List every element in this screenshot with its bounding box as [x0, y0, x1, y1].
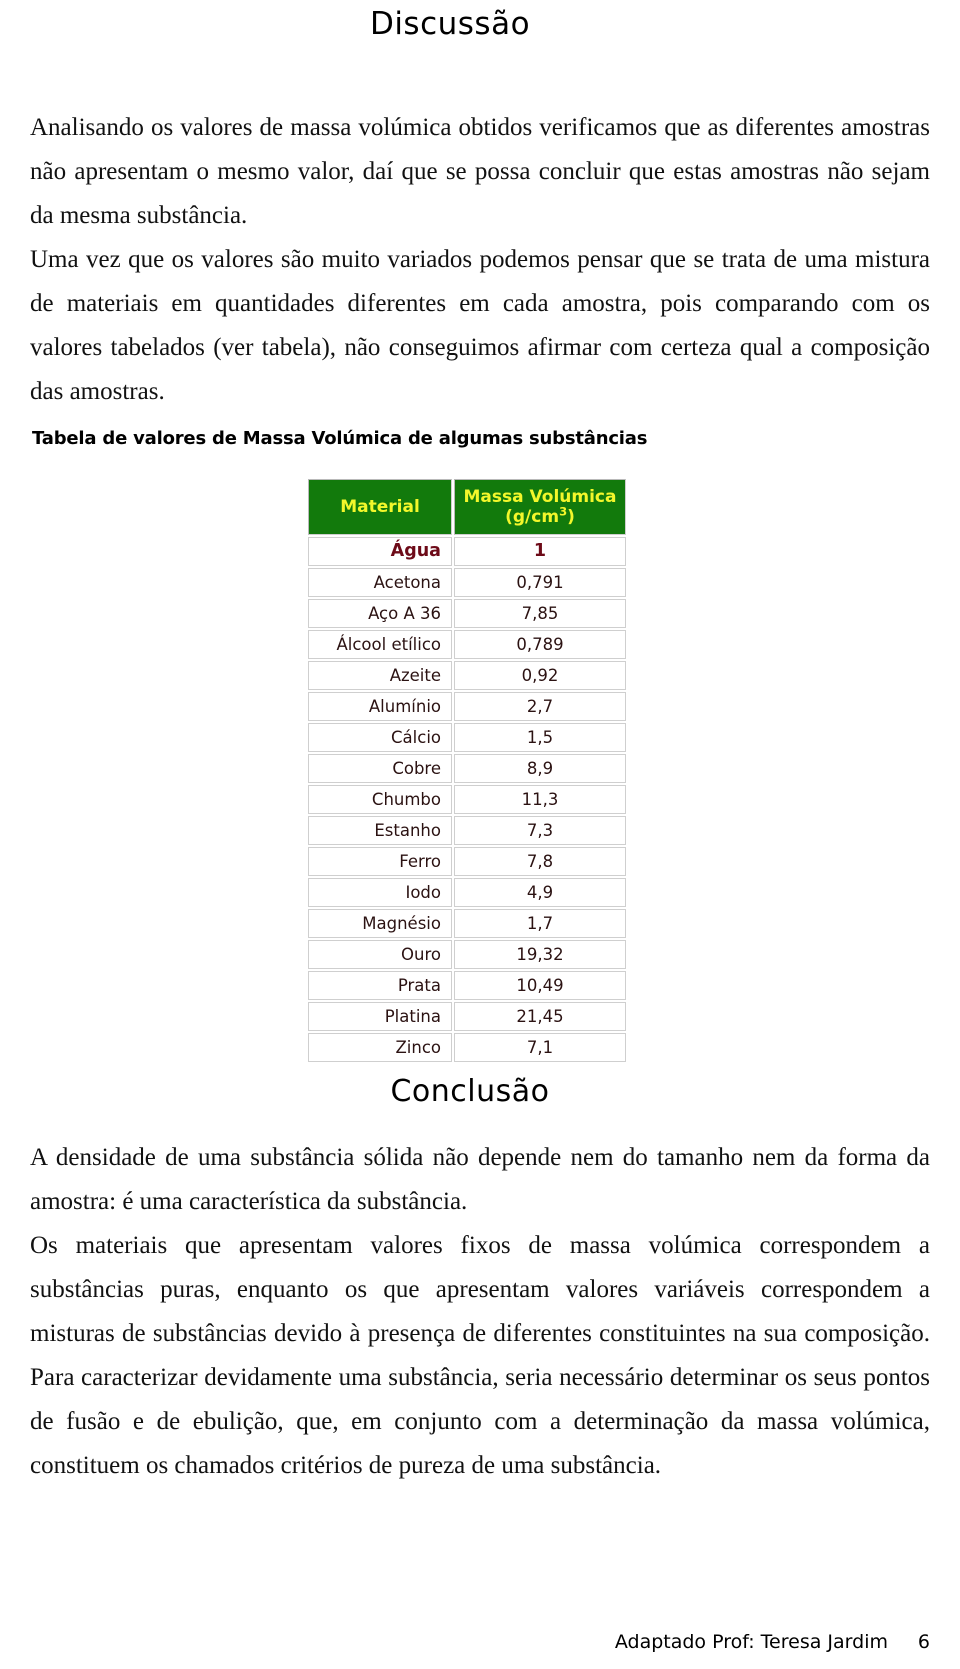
cell-massa-volumica: 1,7: [454, 909, 626, 938]
cell-massa-volumica: 7,1: [454, 1033, 626, 1062]
density-table-container: Material Massa Volúmica (g/cm3) Água 1 Ace…: [30, 477, 930, 1064]
table-row: Alumínio 2,7: [308, 692, 626, 721]
cell-material: Chumbo: [308, 785, 452, 814]
table-row: Ouro 19,32: [308, 940, 626, 969]
cell-massa-volumica: 7,8: [454, 847, 626, 876]
table-body: Água 1 Acetona 0,791 Aço A 36 7,85 Álcool etíl…: [308, 537, 626, 1062]
cell-material: Cobre: [308, 754, 452, 783]
cell-massa-volumica: 4,9: [454, 878, 626, 907]
unit-prefix: (g/cm: [505, 507, 560, 527]
cell-massa-volumica: 11,3: [454, 785, 626, 814]
cell-material: Estanho: [308, 816, 452, 845]
cell-material: Platina: [308, 1002, 452, 1031]
cell-material: Aço A 36: [308, 599, 452, 628]
cell-massa-volumica: 2,7: [454, 692, 626, 721]
cell-massa-volumica: 1: [454, 537, 626, 566]
unit-exponent: 3: [559, 504, 568, 519]
cell-material: Acetona: [308, 568, 452, 597]
cell-material: Cálcio: [308, 723, 452, 752]
table-row: Cálcio 1,5: [308, 723, 626, 752]
conclusion-paragraph-2: Os materiais que apresentam valores fixo…: [30, 1232, 930, 1479]
discussion-paragraph-1: Analisando os valores de massa volúmica …: [30, 114, 930, 229]
density-table: Material Massa Volúmica (g/cm3) Água 1 Ace…: [306, 477, 628, 1064]
column-header-unit: (g/cm3): [505, 504, 575, 527]
table-row: Chumbo 11,3: [308, 785, 626, 814]
cell-massa-volumica: 0,92: [454, 661, 626, 690]
table-row: Cobre 8,9: [308, 754, 626, 783]
table-row: Ferro 7,8: [308, 847, 626, 876]
cell-material: Água: [308, 537, 452, 566]
table-row: Acetona 0,791: [308, 568, 626, 597]
cell-massa-volumica: 7,3: [454, 816, 626, 845]
cell-material: Ouro: [308, 940, 452, 969]
section-title-conclusao: Conclusão: [390, 1074, 550, 1109]
table-row: Zinco 7,1: [308, 1033, 626, 1062]
cell-massa-volumica: 0,791: [454, 568, 626, 597]
document-page: Discussão Analisando os valores de massa…: [0, 0, 960, 1669]
conclusion-section: A densidade de uma substância sólida não…: [30, 1136, 930, 1488]
cell-material: Azeite: [308, 661, 452, 690]
cell-massa-volumica: 0,789: [454, 630, 626, 659]
table-row: Álcool etílico 0,789: [308, 630, 626, 659]
table-row: Água 1: [308, 537, 626, 566]
cell-massa-volumica: 8,9: [454, 754, 626, 783]
conclusion-paragraph-1: A densidade de uma substância sólida não…: [30, 1144, 930, 1215]
cell-material: Zinco: [308, 1033, 452, 1062]
cell-massa-volumica: 10,49: [454, 971, 626, 1000]
column-header-massa-volumica: Massa Volúmica (g/cm3): [454, 479, 626, 535]
discussion-section: Analisando os valores de massa volúmica …: [30, 106, 930, 414]
page-footer: Adaptado Prof: Teresa Jardim 6: [30, 1631, 930, 1653]
table-caption: Tabela de valores de Massa Volúmica de a…: [32, 428, 648, 449]
table-row: Azeite 0,92: [308, 661, 626, 690]
page-number: 6: [917, 1631, 930, 1653]
cell-massa-volumica: 19,32: [454, 940, 626, 969]
cell-material: Iodo: [308, 878, 452, 907]
page-title-discussao: Discussão: [369, 6, 531, 42]
cell-material: Magnésio: [308, 909, 452, 938]
cell-massa-volumica: 21,45: [454, 1002, 626, 1031]
discussion-paragraph-2: Uma vez que os valores são muito variado…: [30, 246, 930, 405]
cell-massa-volumica: 1,5: [454, 723, 626, 752]
column-header-line1: Massa Volúmica: [463, 487, 617, 507]
table-header-row: Material Massa Volúmica (g/cm3): [308, 479, 626, 535]
table-row: Iodo 4,9: [308, 878, 626, 907]
table-row: Prata 10,49: [308, 971, 626, 1000]
cell-massa-volumica: 7,85: [454, 599, 626, 628]
table-row: Aço A 36 7,85: [308, 599, 626, 628]
table-row: Platina 21,45: [308, 1002, 626, 1031]
footer-credit: Adaptado Prof: Teresa Jardim: [614, 1631, 888, 1653]
cell-material: Ferro: [308, 847, 452, 876]
table-row: Magnésio 1,7: [308, 909, 626, 938]
column-header-material: Material: [308, 479, 452, 535]
table-row: Estanho 7,3: [308, 816, 626, 845]
table-head: Material Massa Volúmica (g/cm3): [308, 479, 626, 535]
unit-suffix: ): [567, 507, 575, 527]
cell-material: Prata: [308, 971, 452, 1000]
cell-material: Álcool etílico: [308, 630, 452, 659]
cell-material: Alumínio: [308, 692, 452, 721]
